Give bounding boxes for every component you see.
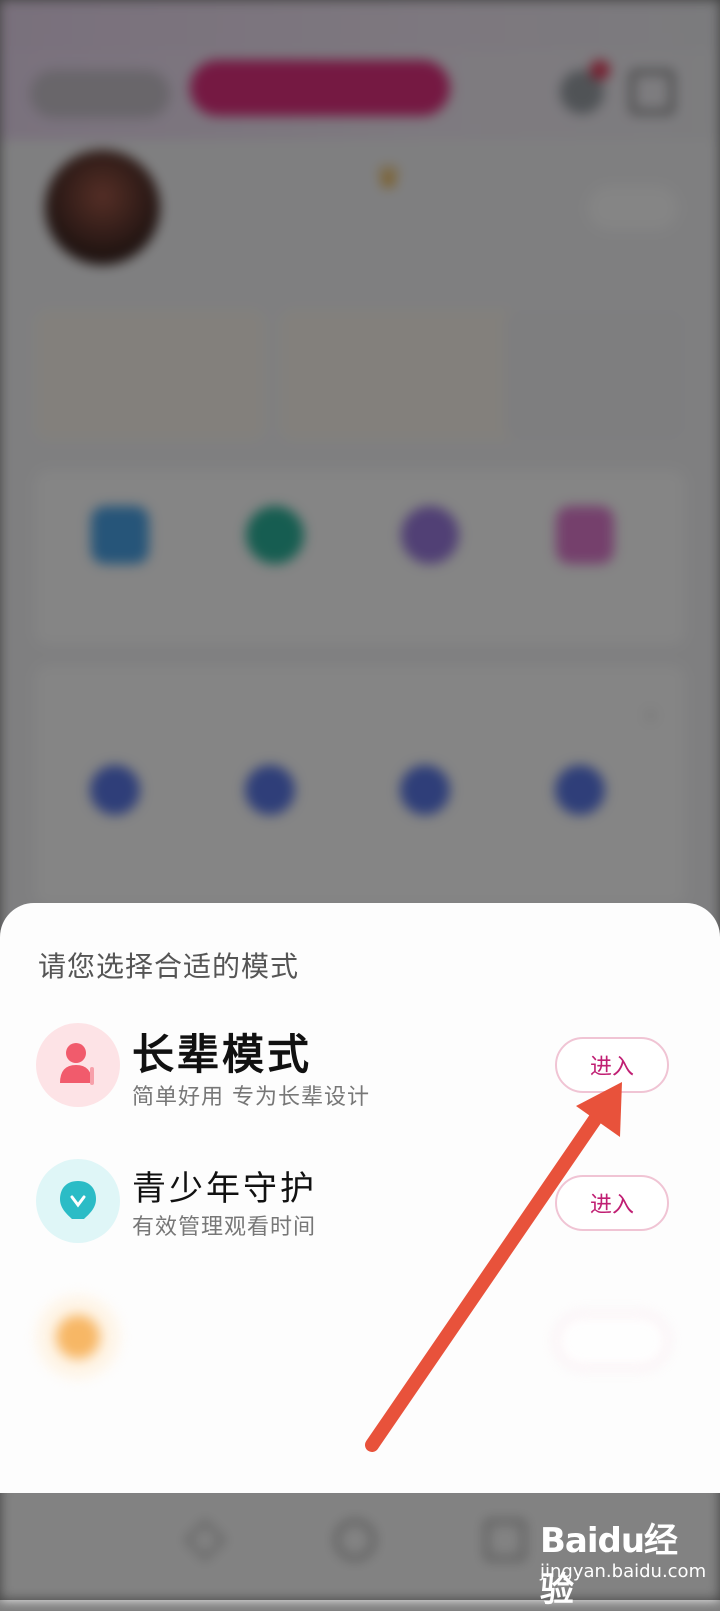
baidu-watermark: Baidu经验 jingyan.baidu.com [520, 1495, 710, 1610]
sheet-title: 请您选择合适的模式 [38, 950, 300, 983]
enter-teen-mode-button[interactable]: 进入 [555, 1175, 669, 1231]
teen-shield-icon [36, 1159, 120, 1243]
mode-name: 长辈模式 [132, 1030, 313, 1079]
mode-select-sheet: 请您选择合适的模式 长辈模式 简单好用 专为长辈设计 进入 青少年守护 有效管理… [0, 903, 720, 1493]
mode-name: 青少年守护 [132, 1169, 317, 1209]
mode-row-teen: 青少年守护 有效管理观看时间 进入 [0, 1159, 720, 1259]
enter-elder-mode-button[interactable]: 进入 [555, 1037, 669, 1093]
mode-row-child [0, 1295, 720, 1395]
watermark-url: jingyan.baidu.com [540, 1561, 707, 1582]
enter-child-mode-button[interactable] [555, 1313, 669, 1369]
mode-desc: 有效管理观看时间 [132, 1215, 317, 1240]
elder-person-icon [36, 1023, 120, 1107]
mode-row-elder: 长辈模式 简单好用 专为长辈设计 进入 [0, 1023, 720, 1123]
mode-desc: 简单好用 专为长辈设计 [132, 1085, 370, 1110]
child-icon [36, 1295, 120, 1379]
